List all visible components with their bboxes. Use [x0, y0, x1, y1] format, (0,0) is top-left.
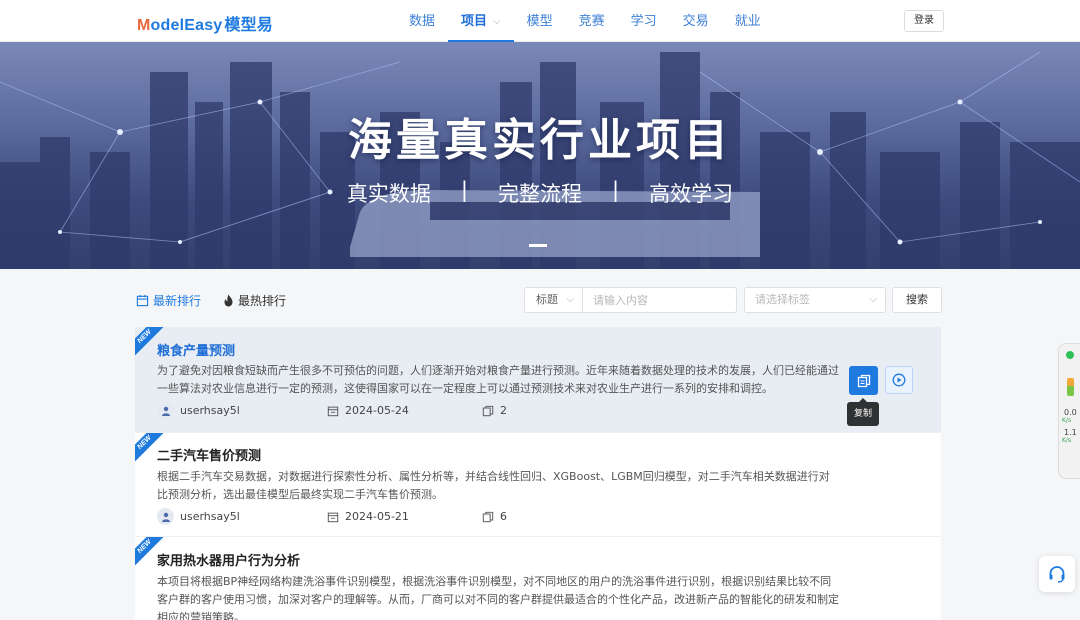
nav-item-projects[interactable]: 项目 ⌵ — [448, 0, 514, 42]
author-name: userhsay5l — [180, 510, 240, 523]
project-description: 根据二手汽车交易数据，对数据进行探索性分析、属性分析等，并结合线性回归、XGBo… — [157, 470, 830, 501]
main-nav: 数据 项目 ⌵ 模型 竞赛 学习 交易 就业 — [396, 0, 774, 42]
project-title[interactable]: 二手汽车售价预测 — [157, 445, 261, 464]
copy-project-button[interactable] — [849, 366, 878, 395]
user-icon — [157, 508, 174, 525]
play-circle-icon — [892, 373, 906, 387]
copy-icon — [482, 405, 494, 416]
search-type-value: 标题 — [536, 293, 558, 306]
calendar-icon — [327, 406, 339, 416]
copy-tooltip: 复制 — [847, 398, 879, 426]
run-project-button[interactable] — [885, 366, 913, 394]
banner-subtitle: 真实数据 | 完整流程 | 高效学习 — [0, 178, 1080, 208]
logo-m: M — [137, 17, 151, 34]
logo[interactable]: ModelEasy 模型易 — [137, 11, 273, 35]
copy-icon — [482, 511, 494, 522]
headset-icon — [1049, 566, 1065, 583]
search-button[interactable]: 搜索 — [892, 287, 942, 313]
nav-item-data[interactable]: 数据 — [396, 0, 448, 42]
project-copy-count: 2 — [482, 404, 507, 417]
nav-item-learning[interactable]: 学习 — [618, 0, 670, 42]
banner-separator: | — [460, 178, 468, 202]
network-speed-widget[interactable]: 0.0 K/s 1.1 K/s — [1058, 343, 1080, 479]
nav-item-projects-label: 项目 — [461, 13, 488, 28]
banner-sub-item: 高效学习 — [649, 182, 734, 206]
project-meta: userhsay5l 2024-05-24 2 — [157, 402, 507, 419]
chevron-down-icon: ⌵ — [566, 294, 574, 305]
project-author[interactable]: userhsay5l — [157, 508, 327, 525]
banner-sub-item: 完整流程 — [498, 182, 582, 206]
fire-icon — [224, 294, 233, 307]
project-date: 2024-05-21 — [327, 510, 482, 523]
tab-newest[interactable]: 最新排行 — [136, 292, 201, 309]
login-button[interactable]: 登录 — [904, 10, 944, 32]
author-name: userhsay5l — [180, 404, 240, 417]
carousel-indicator[interactable] — [529, 244, 547, 247]
top-header: ModelEasy 模型易 数据 项目 ⌵ 模型 竞赛 学习 交易 就业 登录 — [0, 0, 1080, 42]
search-type-select[interactable]: 标题 ⌵ — [524, 287, 582, 313]
nav-item-jobs[interactable]: 就业 — [722, 0, 774, 42]
project-date: 2024-05-24 — [327, 404, 482, 417]
nav-item-competitions[interactable]: 竞赛 — [566, 0, 618, 42]
date-value: 2024-05-24 — [345, 404, 409, 417]
project-description: 为了避免对因粮食短缺而产生很多不可预估的问题，人们逐渐开始对粮食产量进行预测。近… — [157, 364, 839, 395]
tab-hottest[interactable]: 最热排行 — [223, 292, 286, 309]
project-card[interactable]: NEW 粮食产量预测 为了避免对因粮食短缺而产生很多不可预估的问题，人们逐渐开始… — [135, 327, 941, 433]
banner-title: 海量真实行业项目 — [348, 115, 732, 166]
tab-hottest-label: 最热排行 — [238, 294, 287, 308]
tag-select[interactable]: 请选择标签 ⌵ — [744, 287, 886, 313]
calendar-icon — [327, 512, 339, 522]
calendar-icon — [136, 294, 149, 307]
upload-speed: 0.0 — [1064, 408, 1077, 417]
logo-en: odelEasy — [150, 17, 223, 34]
project-copy-count: 6 — [482, 510, 507, 523]
copy-count: 6 — [500, 510, 507, 523]
chevron-down-icon: ⌵ — [493, 16, 501, 27]
download-unit: K/s — [1062, 437, 1072, 444]
project-meta: userhsay5l 2024-05-21 6 — [157, 508, 507, 525]
banner-sub-item: 真实数据 — [346, 182, 431, 206]
search-input[interactable] — [582, 287, 737, 313]
hero-banner: 海量真实行业项目 真实数据 | 完整流程 | 高效学习 — [0, 42, 1080, 269]
customer-service-button[interactable] — [1039, 556, 1075, 592]
project-card[interactable]: NEW 家用热水器用户行为分析 本项目将根据BP神经网络构建洗浴事件识别模型，根… — [135, 537, 941, 620]
load-bar-icon — [1067, 378, 1074, 396]
project-author[interactable]: userhsay5l — [157, 402, 327, 419]
project-card[interactable]: NEW 二手汽车售价预测 根据二手汽车交易数据，对数据进行探索性分析、属性分析等… — [135, 433, 941, 537]
tab-newest-label: 最新排行 — [153, 294, 202, 308]
project-title[interactable]: 家用热水器用户行为分析 — [157, 550, 300, 569]
tag-select-placeholder: 请选择标签 — [755, 293, 810, 306]
upload-unit: K/s — [1062, 417, 1072, 424]
logo-cn: 模型易 — [224, 17, 273, 34]
user-icon — [157, 402, 174, 419]
copy-icon — [857, 374, 870, 387]
chevron-down-icon: ⌵ — [869, 294, 877, 305]
banner-separator: | — [612, 178, 620, 202]
copy-count: 2 — [500, 404, 507, 417]
download-speed: 1.1 — [1064, 428, 1077, 437]
status-dot-icon — [1066, 351, 1074, 359]
project-description: 本项目将根据BP神经网络构建洗浴事件识别模型，根据洗浴事件识别模型，对不同地区的… — [157, 575, 839, 620]
project-title[interactable]: 粮食产量预测 — [157, 340, 235, 359]
nav-item-models[interactable]: 模型 — [514, 0, 566, 42]
nav-item-trading[interactable]: 交易 — [670, 0, 722, 42]
date-value: 2024-05-21 — [345, 510, 409, 523]
